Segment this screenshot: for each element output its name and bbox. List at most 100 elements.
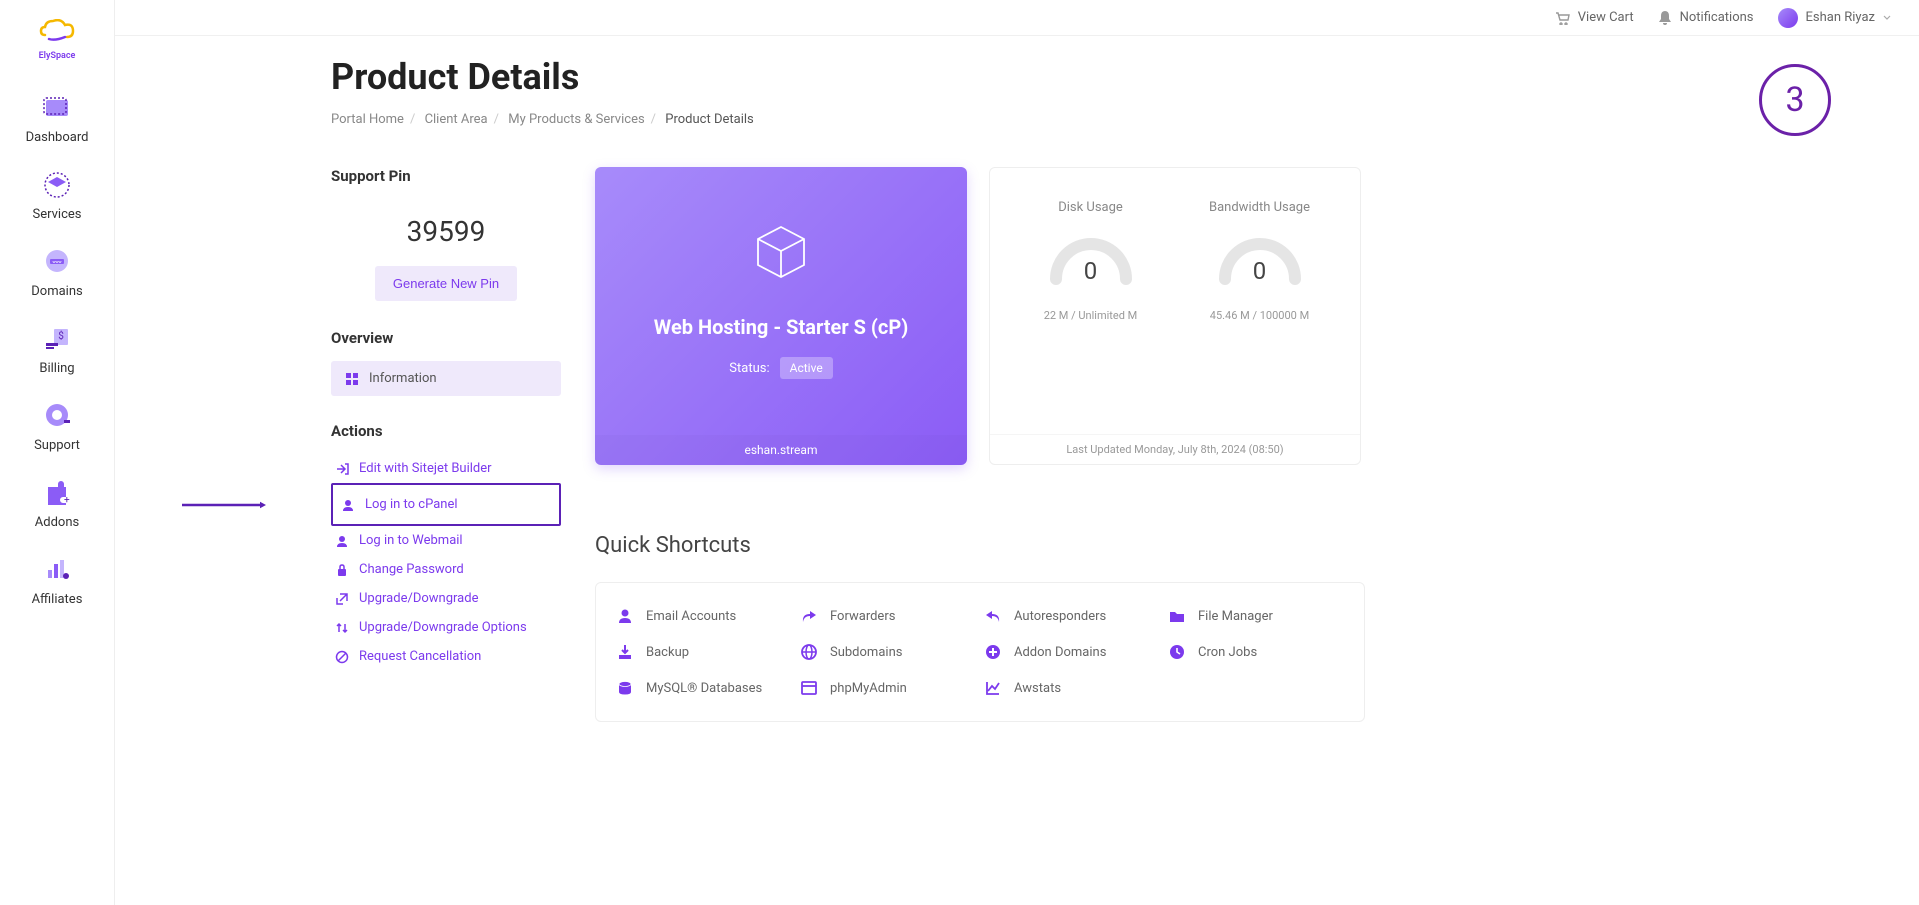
globe-icon xyxy=(800,643,818,661)
nav-label: Dashboard xyxy=(26,130,89,145)
cart-icon xyxy=(1554,11,1570,25)
action-label: Log in to cPanel xyxy=(365,497,458,512)
action-login-webmail[interactable]: Log in to Webmail xyxy=(331,526,561,555)
user-icon xyxy=(616,607,634,625)
user-name: Eshan Riyaz xyxy=(1806,10,1875,25)
shortcut-cron-jobs[interactable]: Cron Jobs xyxy=(1168,643,1344,661)
user-icon xyxy=(341,498,355,512)
shortcut-backup[interactable]: Backup xyxy=(616,643,792,661)
action-label: Request Cancellation xyxy=(359,649,481,664)
shortcuts-grid: Email Accounts Forwarders Autoresponders… xyxy=(595,582,1365,722)
breadcrumb-client-area[interactable]: Client Area xyxy=(425,112,488,127)
step-badge: 3 xyxy=(1759,64,1831,136)
bandwidth-detail: 45.46 M / 100000 M xyxy=(1210,309,1309,322)
actions-heading: Actions xyxy=(331,422,561,440)
download-icon xyxy=(616,643,634,661)
shortcut-autoresponders[interactable]: Autoresponders xyxy=(984,607,1160,625)
nav-label: Domains xyxy=(31,284,82,299)
nav-label: Services xyxy=(33,207,82,222)
action-label: Upgrade/Downgrade Options xyxy=(359,620,527,635)
affiliates-icon xyxy=(41,554,73,586)
sidebar-item-domains[interactable]: www Domains xyxy=(0,234,114,311)
breadcrumb-products[interactable]: My Products & Services xyxy=(508,112,644,127)
bandwidth-label: Bandwidth Usage xyxy=(1209,200,1310,215)
status-badge: Active xyxy=(780,357,833,379)
user-icon xyxy=(335,534,349,548)
action-change-password[interactable]: Change Password xyxy=(331,555,561,584)
external-icon xyxy=(335,592,349,606)
shortcut-phpmyadmin[interactable]: phpMyAdmin xyxy=(800,679,976,697)
brand-logo[interactable]: ElySpace xyxy=(27,16,87,64)
shortcut-label: Autoresponders xyxy=(1014,609,1106,624)
action-request-cancellation[interactable]: Request Cancellation xyxy=(331,642,561,671)
generate-pin-button[interactable]: Generate New Pin xyxy=(375,266,517,301)
plus-circle-icon xyxy=(984,643,1002,661)
topbar: View Cart Notifications Eshan Riyaz xyxy=(115,0,1919,36)
notifications-label: Notifications xyxy=(1680,10,1754,25)
action-label: Edit with Sitejet Builder xyxy=(359,461,492,476)
billing-icon: $ xyxy=(41,323,73,355)
svg-text:+: + xyxy=(64,495,70,506)
view-cart-link[interactable]: View Cart xyxy=(1554,10,1634,25)
notifications-link[interactable]: Notifications xyxy=(1658,10,1754,26)
shortcut-label: Cron Jobs xyxy=(1198,645,1257,660)
sidebar-item-dashboard[interactable]: Dashboard xyxy=(0,80,114,157)
shortcut-subdomains[interactable]: Subdomains xyxy=(800,643,976,661)
shortcut-label: phpMyAdmin xyxy=(830,681,907,696)
information-item[interactable]: Information xyxy=(331,361,561,396)
breadcrumb-portal-home[interactable]: Portal Home xyxy=(331,112,404,127)
breadcrumb: Portal Home/ Client Area/ My Products & … xyxy=(331,112,1879,127)
arrow-icon xyxy=(119,501,329,509)
action-label: Change Password xyxy=(359,562,464,577)
disk-gauge: 0 xyxy=(1046,229,1136,287)
overview-heading: Overview xyxy=(331,329,561,347)
main-content: Product Details Portal Home/ Client Area… xyxy=(115,0,1919,742)
brand-name: ElySpace xyxy=(39,51,76,61)
shortcut-file-manager[interactable]: File Manager xyxy=(1168,607,1344,625)
support-icon xyxy=(41,400,73,432)
breadcrumb-current: Product Details xyxy=(665,112,753,127)
folder-icon xyxy=(1168,607,1186,625)
overview-label: Information xyxy=(369,371,437,386)
shortcut-email-accounts[interactable]: Email Accounts xyxy=(616,607,792,625)
action-upgrade-downgrade[interactable]: Upgrade/Downgrade xyxy=(331,584,561,613)
action-label: Upgrade/Downgrade xyxy=(359,591,478,606)
user-menu[interactable]: Eshan Riyaz xyxy=(1778,8,1891,28)
sidebar-item-addons[interactable]: + Addons xyxy=(0,465,114,542)
sidebar-item-billing[interactable]: $ Billing xyxy=(0,311,114,388)
nav-label: Billing xyxy=(39,361,74,376)
action-edit-sitejet[interactable]: Edit with Sitejet Builder xyxy=(331,454,561,483)
shortcut-awstats[interactable]: Awstats xyxy=(984,679,1160,697)
window-icon xyxy=(800,679,818,697)
shortcut-label: Forwarders xyxy=(830,609,895,624)
chevron-down-icon xyxy=(1883,15,1891,21)
support-pin-value: 39599 xyxy=(331,215,561,248)
action-login-cpanel[interactable]: Log in to cPanel xyxy=(337,490,555,519)
shortcut-label: Email Accounts xyxy=(646,609,736,624)
sidebar: ElySpace Dashboard Services www Domains … xyxy=(0,0,115,905)
sidebar-item-services[interactable]: Services xyxy=(0,157,114,234)
usage-card: Disk Usage 0 22 M / Unlimited M Bandwidt… xyxy=(989,167,1361,465)
shortcut-mysql-databases[interactable]: MySQL® Databases xyxy=(616,679,792,697)
clock-icon xyxy=(1168,643,1186,661)
chart-icon xyxy=(984,679,1002,697)
cancel-icon xyxy=(335,650,349,664)
cube-icon xyxy=(754,223,808,281)
sidebar-item-affiliates[interactable]: Affiliates xyxy=(0,542,114,619)
status-label: Status: xyxy=(729,361,769,376)
svg-text:$: $ xyxy=(58,329,64,342)
shortcut-addon-domains[interactable]: Addon Domains xyxy=(984,643,1160,661)
disk-detail: 22 M / Unlimited M xyxy=(1044,309,1138,322)
bandwidth-value: 0 xyxy=(1215,257,1305,285)
highlight-annotation: Log in to cPanel xyxy=(331,483,561,526)
shortcut-label: Backup xyxy=(646,645,689,660)
sidebar-item-support[interactable]: Support xyxy=(0,388,114,465)
disk-value: 0 xyxy=(1046,257,1136,285)
shortcut-forwarders[interactable]: Forwarders xyxy=(800,607,976,625)
info-icon xyxy=(345,372,359,386)
action-upgrade-options[interactable]: Upgrade/Downgrade Options xyxy=(331,613,561,642)
page-title: Product Details xyxy=(331,56,1879,98)
hosting-card: Web Hosting - Starter S (cP) Status: Act… xyxy=(595,167,967,465)
bandwidth-usage: Bandwidth Usage 0 45.46 M / 100000 M xyxy=(1180,200,1340,322)
action-label: Log in to Webmail xyxy=(359,533,463,548)
